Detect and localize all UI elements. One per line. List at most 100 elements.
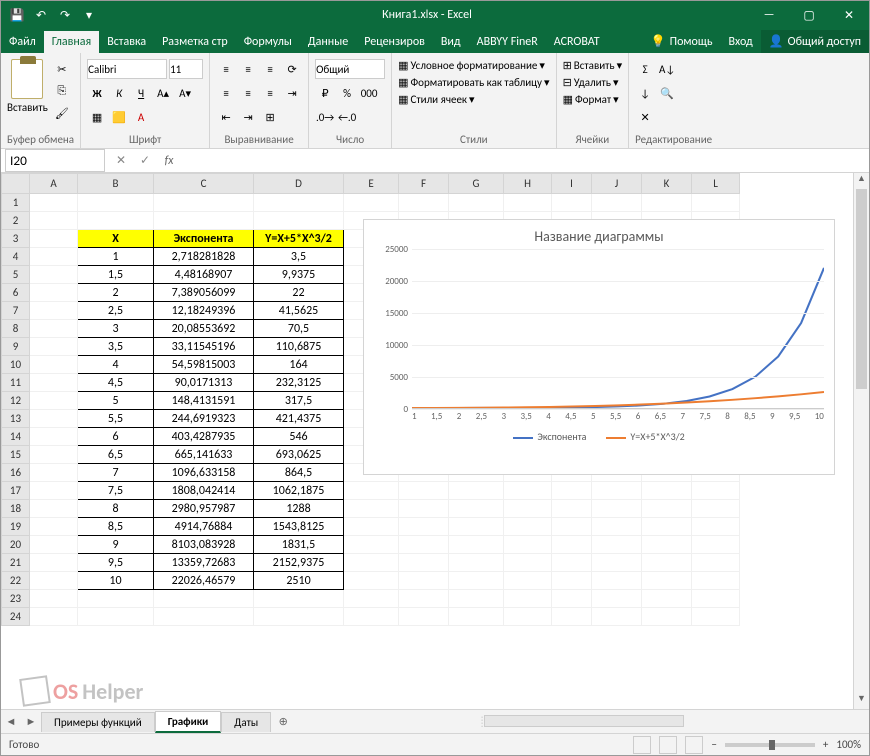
tab-nav-next-icon[interactable]: ► xyxy=(21,715,41,728)
tab-review[interactable]: Рецензиров xyxy=(356,31,433,53)
cell[interactable] xyxy=(552,608,592,626)
cell[interactable]: 421,4375 xyxy=(254,410,344,428)
cell[interactable]: 1 xyxy=(78,248,154,266)
cell[interactable] xyxy=(30,518,78,536)
row-header[interactable]: 18 xyxy=(2,500,30,518)
row-header[interactable]: 14 xyxy=(2,428,30,446)
cell[interactable]: 4,48168907 xyxy=(154,266,254,284)
share-button[interactable]: 👤 Общий доступ xyxy=(761,30,869,53)
row-header[interactable]: 20 xyxy=(2,536,30,554)
cell[interactable] xyxy=(30,392,78,410)
cell[interactable] xyxy=(344,482,399,500)
align-bottom-icon[interactable]: ≡ xyxy=(260,59,280,79)
cell[interactable]: 22026,46579 xyxy=(154,572,254,590)
cell[interactable] xyxy=(692,536,740,554)
cell[interactable] xyxy=(344,572,399,590)
sign-in[interactable]: Вход xyxy=(720,31,760,53)
italic-button[interactable]: К xyxy=(109,83,129,103)
formula-input[interactable] xyxy=(181,150,869,171)
cell[interactable]: 3,5 xyxy=(254,248,344,266)
decrease-indent-icon[interactable]: ⇤ xyxy=(216,107,236,127)
copy-icon[interactable]: ⎘ xyxy=(52,81,72,101)
tab-home[interactable]: Главная xyxy=(44,31,99,53)
col-header[interactable]: F xyxy=(399,174,449,194)
cell[interactable] xyxy=(344,194,399,212)
cell[interactable]: 403,4287935 xyxy=(154,428,254,446)
cell[interactable] xyxy=(642,590,692,608)
cell[interactable] xyxy=(504,482,552,500)
cell[interactable] xyxy=(642,554,692,572)
cell[interactable]: 546 xyxy=(254,428,344,446)
align-top-icon[interactable]: ≡ xyxy=(216,59,236,79)
format-cells-button[interactable]: ▦ Формат ▾ xyxy=(563,93,619,106)
cell[interactable] xyxy=(344,590,399,608)
row-header[interactable]: 16 xyxy=(2,464,30,482)
col-header[interactable]: J xyxy=(592,174,642,194)
cell[interactable]: 20,08553692 xyxy=(154,320,254,338)
row-header[interactable]: 3 xyxy=(2,230,30,248)
cell[interactable] xyxy=(30,590,78,608)
col-header[interactable]: I xyxy=(552,174,592,194)
paste-button[interactable]: Вставить xyxy=(7,59,48,114)
row-header[interactable]: 15 xyxy=(2,446,30,464)
cell[interactable]: 3,5 xyxy=(78,338,154,356)
align-center-icon[interactable]: ≡ xyxy=(238,83,258,103)
col-header[interactable]: C xyxy=(154,174,254,194)
cell[interactable]: 90,0171313 xyxy=(154,374,254,392)
cell[interactable]: 4,5 xyxy=(78,374,154,392)
cell[interactable] xyxy=(504,590,552,608)
chart[interactable]: Название диаграммы 050001000015000200002… xyxy=(363,219,835,475)
zoom-in-icon[interactable]: + xyxy=(823,738,828,751)
row-header[interactable]: 1 xyxy=(2,194,30,212)
cell[interactable] xyxy=(642,482,692,500)
cell[interactable] xyxy=(449,482,504,500)
cell[interactable] xyxy=(30,266,78,284)
conditional-formatting-button[interactable]: ▦ Условное форматирование ▾ xyxy=(398,59,545,72)
row-header[interactable]: 22 xyxy=(2,572,30,590)
cell[interactable] xyxy=(552,194,592,212)
cell[interactable] xyxy=(642,536,692,554)
cell[interactable]: 864,5 xyxy=(254,464,344,482)
cell[interactable] xyxy=(504,518,552,536)
cell[interactable]: 5 xyxy=(78,392,154,410)
cell[interactable]: 33,11545196 xyxy=(154,338,254,356)
cell[interactable]: 2980,957987 xyxy=(154,500,254,518)
row-header[interactable]: 4 xyxy=(2,248,30,266)
cell[interactable] xyxy=(504,536,552,554)
horizontal-scrollbar[interactable] xyxy=(484,715,684,727)
cell[interactable] xyxy=(30,482,78,500)
tab-layout[interactable]: Разметка стр xyxy=(154,31,236,53)
tab-abbyy[interactable]: ABBYY FineR xyxy=(469,31,546,53)
row-header[interactable]: 2 xyxy=(2,212,30,230)
cell[interactable]: X xyxy=(78,230,154,248)
align-middle-icon[interactable]: ≡ xyxy=(238,59,258,79)
cell[interactable] xyxy=(642,572,692,590)
row-header[interactable]: 10 xyxy=(2,356,30,374)
cell[interactable] xyxy=(592,194,642,212)
cell[interactable] xyxy=(642,608,692,626)
row-header[interactable]: 9 xyxy=(2,338,30,356)
cell[interactable] xyxy=(692,608,740,626)
increase-indent-icon[interactable]: ⇥ xyxy=(238,107,258,127)
cell[interactable] xyxy=(692,590,740,608)
percent-icon[interactable]: % xyxy=(337,83,357,103)
cell[interactable]: 22 xyxy=(254,284,344,302)
cell[interactable] xyxy=(399,590,449,608)
cell[interactable]: 9,9375 xyxy=(254,266,344,284)
grow-font-icon[interactable]: A▴ xyxy=(153,83,173,103)
tab-nav-prev-icon[interactable]: ◄ xyxy=(1,715,21,728)
cell[interactable] xyxy=(30,302,78,320)
merge-icon[interactable]: ⊞ xyxy=(260,107,280,127)
cell[interactable]: 110,6875 xyxy=(254,338,344,356)
cell[interactable] xyxy=(399,482,449,500)
cell[interactable]: 1543,8125 xyxy=(254,518,344,536)
cell[interactable] xyxy=(692,572,740,590)
fill-icon[interactable]: ↓ xyxy=(635,83,655,103)
scroll-up-icon[interactable]: ▲ xyxy=(854,173,869,189)
cell[interactable]: 1288 xyxy=(254,500,344,518)
cell[interactable] xyxy=(30,554,78,572)
clear-icon[interactable]: ✕ xyxy=(635,107,655,127)
cell[interactable]: 665,141633 xyxy=(154,446,254,464)
cell[interactable] xyxy=(344,518,399,536)
cell[interactable] xyxy=(254,608,344,626)
